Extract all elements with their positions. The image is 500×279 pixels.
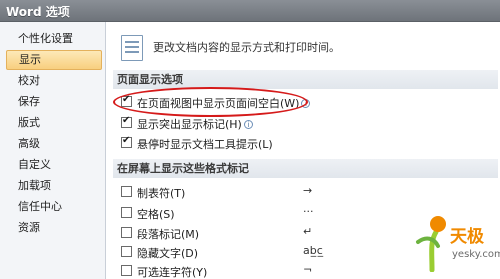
- document-icon: [121, 35, 143, 61]
- sidebar-item-customize[interactable]: 自定义: [6, 155, 102, 175]
- sidebar-item-resources[interactable]: 资源: [6, 218, 102, 238]
- annotation-ellipse: [113, 87, 308, 117]
- option-label: 可选连字符(Y): [137, 266, 208, 279]
- checkbox-show-highlighter[interactable]: [121, 115, 132, 128]
- window-title: Word 选项: [6, 5, 70, 19]
- option-label: 空格(S): [137, 208, 175, 221]
- option-label: 隐藏文字(D): [137, 247, 199, 260]
- watermark-url: yesky.com: [452, 249, 500, 260]
- sidebar-item-save[interactable]: 保存: [6, 92, 102, 112]
- info-icon: i: [243, 120, 253, 129]
- checkbox-optional-hyphens[interactable]: [121, 265, 132, 276]
- section-header: 更改文档内容的显示方式和打印时间。: [117, 32, 497, 62]
- checkbox-show-tooltips[interactable]: [121, 135, 132, 148]
- option-label: 段落标记(M): [137, 228, 200, 241]
- sidebar-item-layout[interactable]: 版式: [6, 113, 102, 133]
- sidebar-item-display[interactable]: 显示: [6, 50, 102, 70]
- yesky-logo-icon: [416, 216, 446, 272]
- sidebar-item-personalize[interactable]: 个性化设置: [6, 29, 102, 49]
- checkbox-tab-characters[interactable]: [121, 186, 132, 197]
- option-label: 显示突出显示标记(H): [137, 118, 242, 131]
- page-display-section-title: 页面显示选项: [113, 70, 498, 89]
- sidebar-item-advanced[interactable]: 高级: [6, 134, 102, 154]
- checkbox-hidden-text[interactable]: [121, 246, 132, 257]
- options-sidebar: 个性化设置 显示 校对 保存 版式 高级 自定义 加载项 信任中心 资源: [0, 22, 106, 279]
- formatting-marks-section-title: 在屏幕上显示这些格式标记: [113, 159, 498, 178]
- space-mark-icon: ···: [303, 205, 314, 218]
- option-label: 悬停时显示文档工具提示(L): [137, 138, 273, 151]
- sidebar-item-trust-center[interactable]: 信任中心: [6, 197, 102, 217]
- sidebar-item-addins[interactable]: 加载项: [6, 176, 102, 196]
- watermark-brand: 天极: [450, 227, 484, 247]
- option-label: 制表符(T): [137, 187, 186, 200]
- tab-mark-icon: →: [303, 184, 313, 197]
- yesky-watermark: 天极 yesky.com: [412, 212, 500, 279]
- hyphen-mark-icon: ¬: [303, 263, 313, 276]
- checkbox-paragraph-marks[interactable]: [121, 227, 132, 238]
- sidebar-item-proofing[interactable]: 校对: [6, 71, 102, 91]
- hidden-text-mark-icon: ab̲c̲: [303, 244, 323, 257]
- header-description: 更改文档内容的显示方式和打印时间。: [153, 41, 340, 54]
- paragraph-mark-icon: ↵: [303, 225, 313, 238]
- checkbox-spaces[interactable]: [121, 207, 132, 218]
- title-bar: Word 选项: [0, 0, 500, 22]
